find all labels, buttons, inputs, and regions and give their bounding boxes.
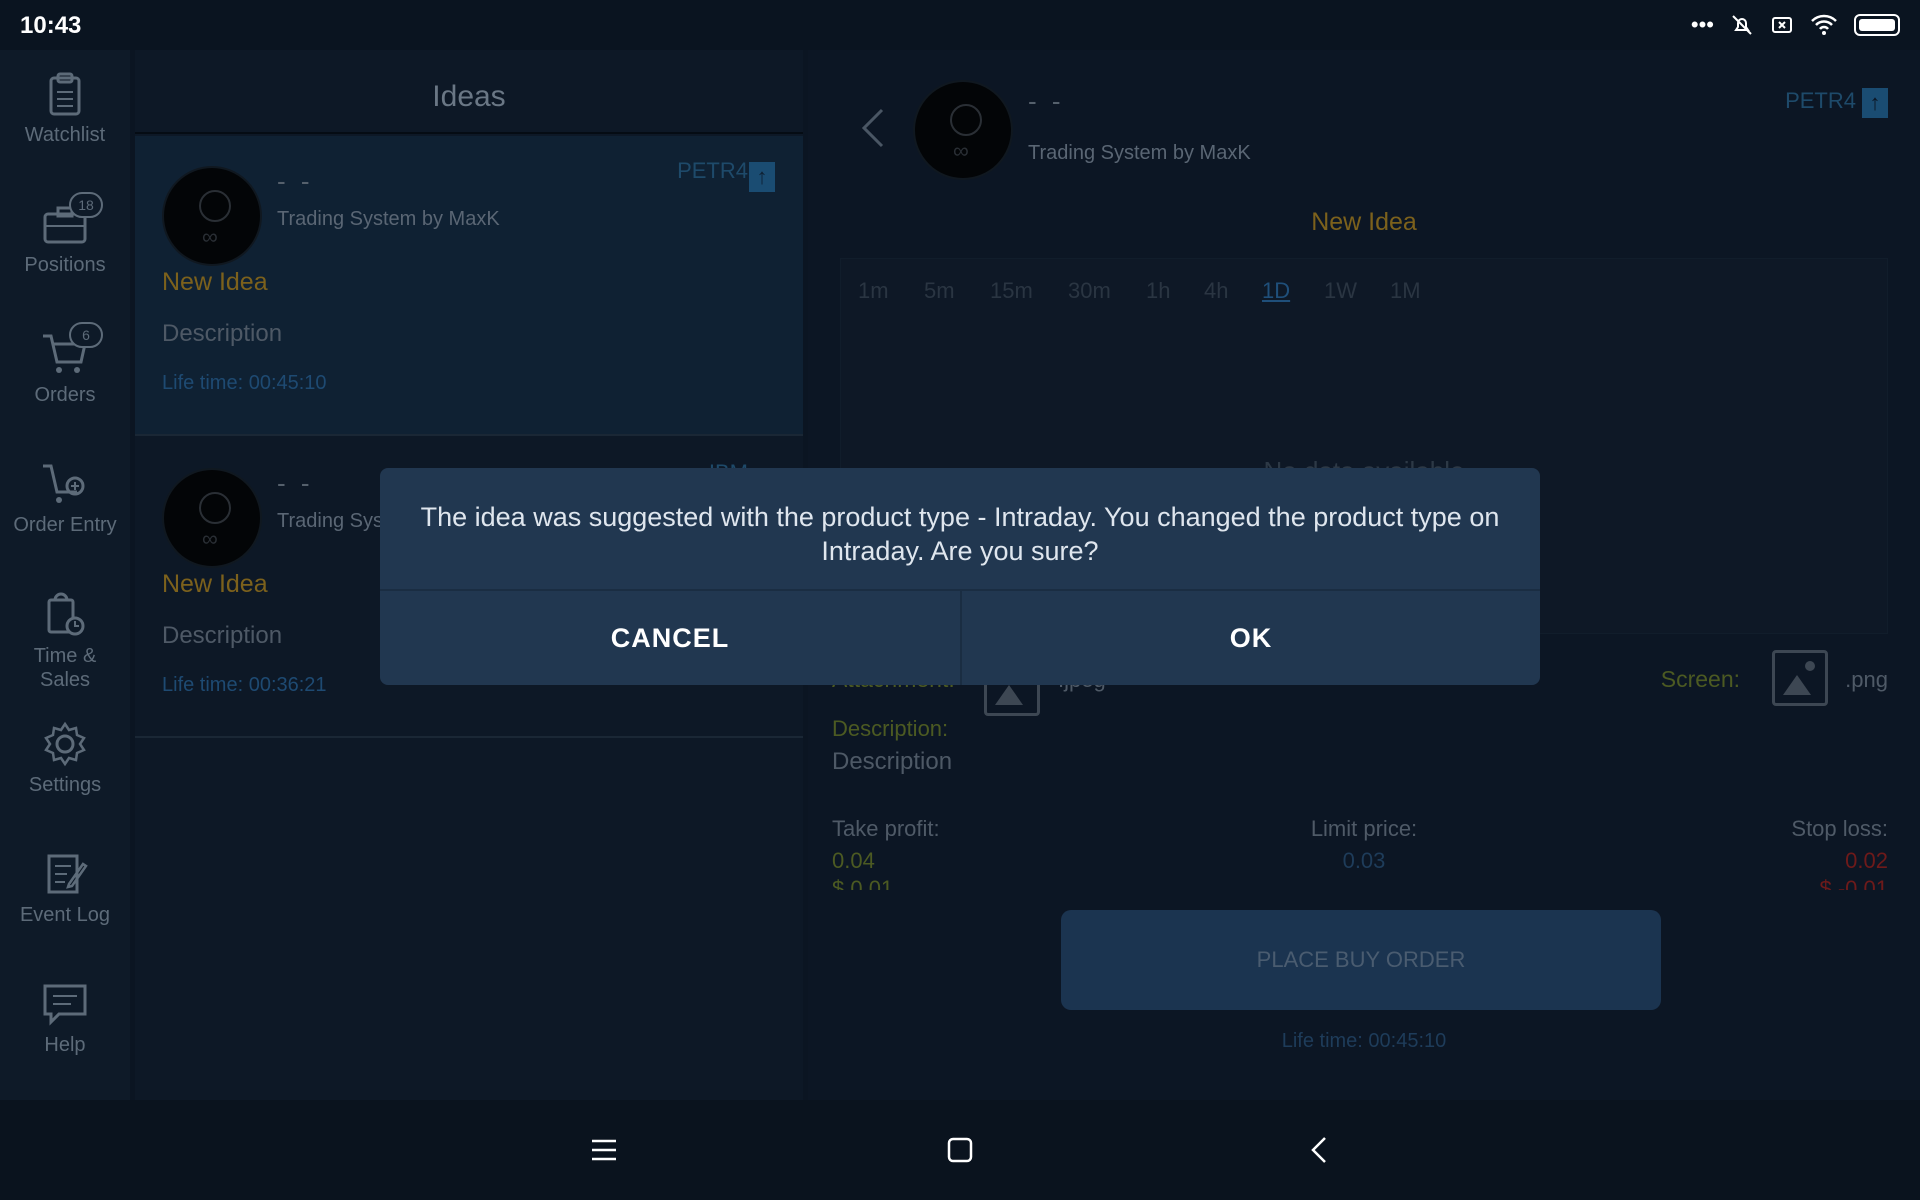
confirm-dialog: The idea was suggested with the product … [380,468,1540,685]
dialog-message: The idea was suggested with the product … [420,502,1500,566]
cancel-button[interactable]: CANCEL [380,591,960,685]
ok-button[interactable]: OK [962,591,1540,685]
